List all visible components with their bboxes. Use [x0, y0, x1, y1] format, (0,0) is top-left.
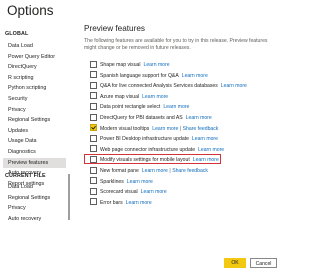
checkbox[interactable]: [90, 166, 97, 174]
learn-more-link[interactable]: Learn more: [182, 73, 208, 79]
link-separator: |: [169, 168, 171, 174]
sidebar-item-data-load[interactable]: Data Load: [8, 41, 66, 51]
share-feedback-link[interactable]: Share feedback: [172, 168, 208, 174]
checkbox[interactable]: [90, 134, 97, 142]
checkbox[interactable]: [90, 145, 97, 153]
checkbox[interactable]: [90, 71, 97, 79]
page-description: The following features are available for…: [84, 38, 268, 51]
sidebar-current-item-privacy[interactable]: Privacy: [8, 203, 66, 213]
checkbox[interactable]: [90, 113, 97, 121]
sidebar-scrollbar[interactable]: [68, 174, 70, 220]
sidebar-global-header: GLOBAL: [5, 31, 29, 37]
sidebar-current-item-auto-recovery[interactable]: Auto recovery: [8, 214, 66, 224]
learn-more-link[interactable]: Learn more: [142, 94, 168, 100]
sidebar-item-usage-data[interactable]: Usage Data: [8, 136, 66, 146]
sidebar-nav: GLOBAL CURRENT FILE Data Load Power Query…: [0, 24, 73, 274]
feature-label: Web page connector infrastructure update: [100, 146, 196, 153]
feature-label: Sparklines: [100, 178, 124, 185]
learn-more-link[interactable]: Learn more: [142, 168, 168, 174]
sidebar-item-diagnostics[interactable]: Diagnostics: [8, 147, 66, 157]
sidebar-item-python-scripting[interactable]: Python scripting: [8, 83, 66, 93]
feature-option: Modern visual tooltips Learn more | Share f…: [90, 124, 218, 134]
checkbox[interactable]: [90, 187, 97, 195]
feature-option: Shape map visual Learn more: [90, 60, 170, 70]
sidebar-item-auto-recovery[interactable]: Auto recovery: [8, 168, 66, 178]
sidebar-current-item-regional-settings[interactable]: Regional Settings: [8, 193, 66, 203]
checkbox[interactable]: [90, 92, 97, 100]
highlight-box: [84, 154, 221, 164]
feature-option: Spanish language support for Q&A Learn mo…: [90, 71, 208, 81]
feature-option: Q&A for live connected Analysis Services…: [90, 81, 247, 91]
sidebar-item-directquery[interactable]: DirectQuery: [8, 62, 66, 72]
feature-option: Sparklines Learn more: [90, 177, 153, 187]
feature-label: Modern visual tooltips: [100, 125, 150, 132]
feature-option: Data point rectangle select Learn more: [90, 102, 189, 112]
feature-option: Scorecard visual Learn more: [90, 187, 167, 197]
learn-more-link[interactable]: Learn more: [126, 200, 152, 206]
feature-label: Azure map visual: [100, 93, 140, 100]
feature-option: Error bars Learn more: [90, 198, 152, 208]
sidebar-item-power-query-editor[interactable]: Power Query Editor: [8, 52, 66, 62]
sidebar-item-preview-features[interactable]: Preview features: [3, 157, 66, 168]
link-separator: |: [179, 125, 182, 132]
learn-more-link[interactable]: Learn more: [186, 115, 212, 121]
sidebar-item-updates[interactable]: Updates: [8, 126, 66, 136]
feature-label: Data point rectangle select: [100, 104, 161, 111]
sidebar-current-item-data-load[interactable]: Data Load: [8, 182, 66, 192]
dialog-title: Options: [7, 3, 54, 18]
learn-more-link[interactable]: Learn more: [163, 104, 189, 110]
sidebar-item-r-scripting[interactable]: R scripting: [8, 73, 66, 83]
learn-more-link[interactable]: Learn more: [221, 83, 247, 89]
feature-option: Azure map visual Learn more: [90, 92, 168, 102]
checkbox[interactable]: [90, 60, 97, 68]
feature-option: New format pane Learn more | Share feedback: [90, 166, 208, 176]
learn-more-link[interactable]: Learn more: [192, 136, 218, 142]
feature-label: Error bars: [100, 199, 123, 206]
learn-more-link[interactable]: Learn more: [144, 62, 170, 68]
checkbox[interactable]: [90, 198, 97, 206]
feature-label: Spanish language support for Q&A: [100, 72, 179, 79]
feature-label: DirectQuery for PBI datasets and AS: [100, 115, 183, 121]
checkbox-checked[interactable]: [90, 124, 97, 132]
learn-more-link[interactable]: Learn more: [198, 147, 224, 153]
sidebar-item-security[interactable]: Security: [8, 94, 66, 104]
feature-label: New format pane: [100, 168, 139, 174]
feature-label: Q&A for live connected Analysis Services…: [100, 83, 218, 90]
learn-more-link[interactable]: Learn more: [127, 179, 153, 185]
checkbox[interactable]: [90, 81, 97, 89]
share-feedback-link[interactable]: Share feedback: [183, 126, 219, 132]
feature-option: Power BI Desktop infrastructure update Le…: [90, 134, 218, 144]
learn-more-link[interactable]: Learn more: [152, 126, 178, 132]
sidebar-item-privacy[interactable]: Privacy: [8, 105, 66, 115]
sidebar-item-regional-settings[interactable]: Regional Settings: [8, 115, 66, 125]
feature-label: Scorecard visual: [100, 189, 138, 196]
checkbox[interactable]: [90, 177, 97, 185]
page-heading: Preview features: [84, 24, 145, 33]
feature-option: DirectQuery for PBI datasets and AS Learn…: [90, 113, 212, 123]
feature-label: Power BI Desktop infrastructure update: [100, 136, 189, 143]
cancel-button[interactable]: Cancel: [250, 258, 277, 268]
feature-label: Shape map visual: [100, 62, 141, 68]
checkbox[interactable]: [90, 102, 97, 110]
ok-button[interactable]: OK: [224, 258, 246, 268]
learn-more-link[interactable]: Learn more: [141, 189, 167, 195]
